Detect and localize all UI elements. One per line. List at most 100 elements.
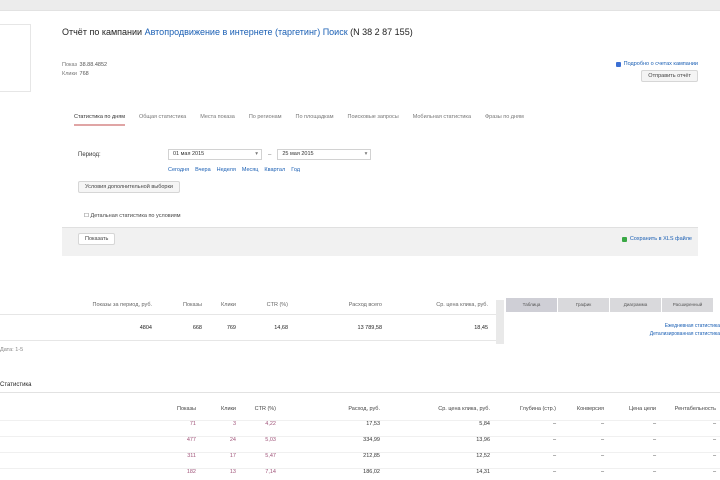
summary-value: 18,45 <box>474 325 488 331</box>
quick-link[interactable]: Вчера <box>195 167 211 173</box>
summary-col-header: Расход всего <box>348 302 382 308</box>
table-col-header: Глубина (стр.) <box>519 406 556 412</box>
export-xls-label: Сохранить в XLS файле <box>629 236 692 242</box>
table-cell: – <box>552 453 556 459</box>
campaign-link[interactable]: Автопродвижение в интернете (таргетинг) … <box>145 27 348 37</box>
campaign-id: (N 38 2 87 155) <box>350 27 413 37</box>
table-cell: 477 <box>186 437 196 443</box>
date-from-value: 01 мая 2015 <box>173 151 205 157</box>
table-col-header: CTR (%) <box>254 406 276 412</box>
date-to-input[interactable]: 25 мая 2015 ▾ <box>277 149 372 160</box>
table-cell: – <box>552 437 556 443</box>
table-cell: 24 <box>229 437 236 443</box>
table-cell: 3 <box>232 421 236 427</box>
view-switcher: Таблица График Диаграмма Расширенный <box>506 298 713 312</box>
quick-link[interactable]: Неделя <box>217 167 236 173</box>
detail-checkbox-label: Детальная статистика по условиям <box>90 213 181 219</box>
table-row: 182 13 7,14 186,02 14,31 – – – – <box>0 468 720 479</box>
filter-panel: Период: 01 мая 2015 ▾ – 25 мая 2015 ▾ Сего… <box>62 135 698 256</box>
summary-col-header: CTR (%) <box>266 302 288 308</box>
collapse-handle[interactable] <box>496 300 504 344</box>
details-checkbox-label: Подробно о счетах кампании <box>623 61 698 67</box>
show-button[interactable]: Показать <box>78 233 116 245</box>
table-cell: 5,84 <box>479 421 490 427</box>
table-col-header: Рентабельность <box>674 406 716 412</box>
table-col-header: Конверсия <box>576 406 604 412</box>
chevron-down-icon: ▾ <box>364 151 368 157</box>
quick-link[interactable]: Сегодня <box>168 167 189 173</box>
table-cell: 4,22 <box>265 421 276 427</box>
table-cell: 5,03 <box>265 437 276 443</box>
tab-sites[interactable]: По площадкам <box>296 114 334 126</box>
tab-regions[interactable]: По регионам <box>249 114 282 126</box>
table-cell: – <box>600 421 604 427</box>
chevron-down-icon: ▾ <box>255 151 258 157</box>
table-col-header: Цена цели <box>629 406 656 412</box>
quick-link[interactable]: Квартал <box>264 167 285 173</box>
summary-value: 769 <box>226 325 236 331</box>
tab-general[interactable]: Общая статистика <box>139 114 186 126</box>
tab-daily[interactable]: Статистика по дням <box>74 114 125 126</box>
table-cell: – <box>600 469 604 475</box>
details-checkbox[interactable]: Подробно о счетах кампании <box>615 61 698 67</box>
table-cell: – <box>712 453 716 459</box>
side-link[interactable]: Ежедневная статистика <box>592 322 720 330</box>
table-col-header: Расход, руб. <box>348 406 380 412</box>
table-col-header: Показы <box>176 406 196 412</box>
table-cell: – <box>712 469 716 475</box>
view-tab[interactable]: Таблица <box>506 298 557 312</box>
add-filter-button[interactable]: Условия дополнительной выборки <box>78 181 180 193</box>
report-tabs: Статистика по дням Общая статистика Мест… <box>74 114 524 126</box>
table-col-header: Клики <box>221 406 236 412</box>
table-cell: 12,52 <box>476 453 490 459</box>
summary-value: 13 789,58 <box>357 325 382 331</box>
side-link[interactable]: Детализированная статистика <box>592 330 720 338</box>
quick-period-links: Сегодня Вчера Неделя Месяц Квартал Год <box>168 167 300 173</box>
table-cell: – <box>600 453 604 459</box>
send-report-button[interactable]: Отправить отчёт <box>641 70 698 82</box>
right-top-controls: Подробно о счетах кампании Отправить отч… <box>615 61 698 82</box>
table-cell: 7,14 <box>265 469 276 475</box>
table-cell: – <box>652 469 656 475</box>
tab-queries[interactable]: Поисковые запросы <box>348 114 399 126</box>
summary-value: 14,68 <box>274 325 288 331</box>
table-cell: 17,53 <box>366 421 380 427</box>
date-from-input[interactable]: 01 мая 2015 ▾ <box>168 149 262 160</box>
meta-value: 38.88.4852 <box>79 62 108 68</box>
table-cell: 17 <box>229 453 236 459</box>
summary-col-header: Клики <box>221 302 236 308</box>
table-cell: 311 <box>187 453 196 459</box>
export-xls-link[interactable]: Сохранить в XLS файле <box>621 236 692 242</box>
meta-value: 768 <box>79 71 89 77</box>
tab-phrases[interactable]: Фразы по дням <box>485 114 524 126</box>
date-range-label: Дата: 1-5 <box>0 347 24 353</box>
table-cell: 71 <box>189 421 196 427</box>
detail-checkbox[interactable]: ☐ Детальная статистика по условиям <box>78 211 187 221</box>
period-label: Период: <box>78 151 101 158</box>
table-cell: – <box>600 437 604 443</box>
tab-placements[interactable]: Места показа <box>200 114 235 126</box>
view-tab[interactable]: Диаграмма <box>610 298 661 312</box>
date-to-value: 25 мая 2015 <box>282 151 314 157</box>
quick-link[interactable]: Год <box>291 167 300 173</box>
campaign-thumbnail <box>0 24 31 92</box>
meta-key: Показ <box>62 62 78 68</box>
table-cell: – <box>712 421 716 427</box>
divider <box>0 392 720 393</box>
quick-link[interactable]: Месяц <box>242 167 259 173</box>
table-cell: 186,02 <box>363 469 380 475</box>
table-cell: 182 <box>186 469 196 475</box>
table-cell: – <box>552 469 556 475</box>
period-row: Период: 01 мая 2015 ▾ – 25 мая 2015 ▾ <box>78 149 372 160</box>
meta-key: Клики <box>62 71 77 77</box>
view-tab[interactable]: График <box>558 298 609 312</box>
checkbox-icon[interactable] <box>615 61 621 67</box>
table-cell: – <box>652 437 656 443</box>
section-title: Статистика <box>0 382 32 388</box>
tab-mobile[interactable]: Мобильная статистика <box>413 114 471 126</box>
view-tab[interactable]: Расширенный <box>662 298 713 312</box>
title-prefix: Отчёт по кампании <box>62 27 143 37</box>
page-title: Отчёт по кампании Автопродвижение в инте… <box>62 27 413 37</box>
table-cell: – <box>652 421 656 427</box>
table-row: 477 24 5,03 334,99 13,96 – – – – <box>0 436 720 447</box>
